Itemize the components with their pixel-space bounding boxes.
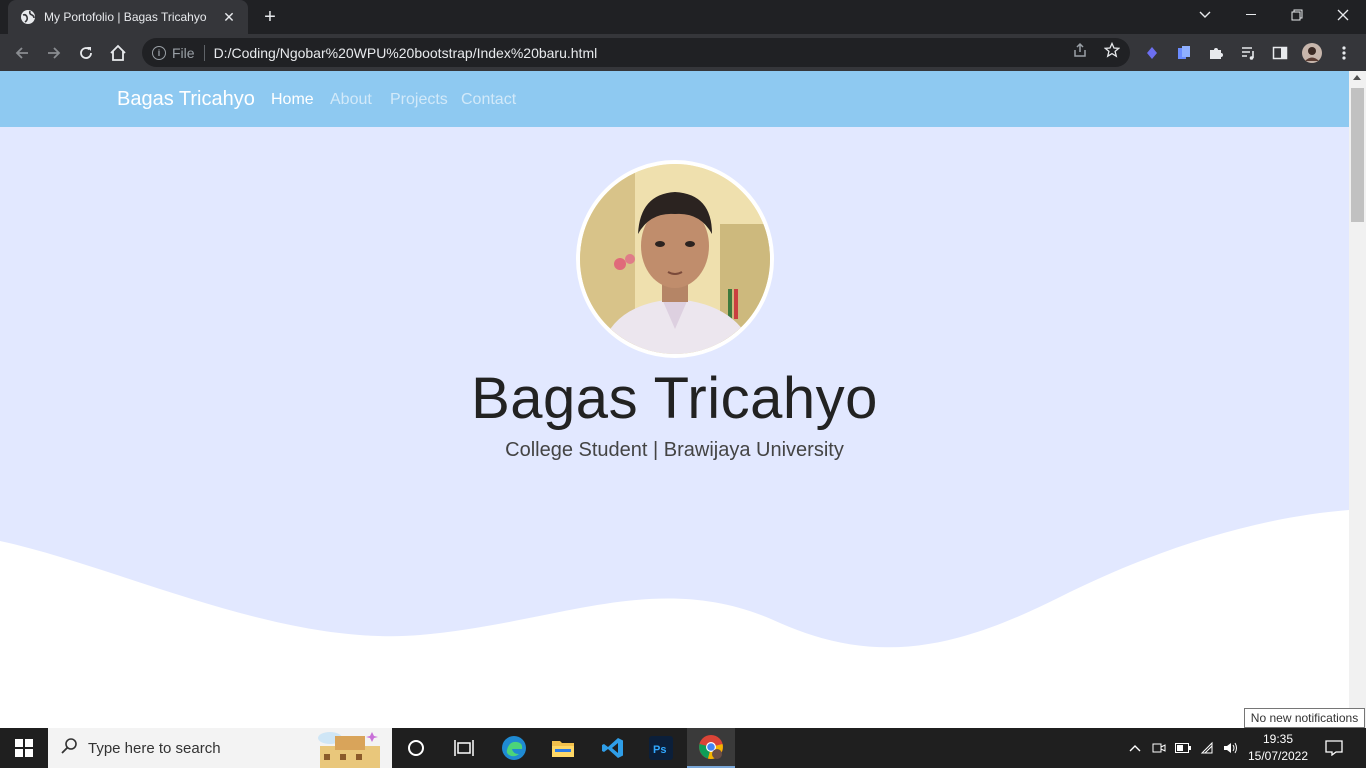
profile-photo	[576, 160, 774, 358]
show-hidden-icons-chevron-icon[interactable]	[1126, 728, 1144, 768]
navbar-brand[interactable]: Bagas Tricahyo	[117, 88, 255, 111]
windows-taskbar: Type here to search Ps 19:35 15/07/2022	[0, 728, 1366, 768]
taskbar-clock[interactable]: 19:35 15/07/2022	[1244, 731, 1312, 765]
clock-date: 15/07/2022	[1247, 749, 1309, 763]
task-view-icon[interactable]	[440, 728, 488, 768]
taskbar-search-placeholder: Type here to search	[88, 739, 221, 757]
new-tab-button[interactable]: +	[258, 6, 282, 28]
notification-tooltip: No new notifications	[1244, 708, 1365, 728]
url-text[interactable]: D:/Coding/Ngobar%20WPU%20bootstrap/Index…	[214, 45, 598, 61]
window-close-icon[interactable]	[1320, 0, 1366, 30]
chrome-menu-icon[interactable]	[1334, 43, 1354, 63]
edge-icon[interactable]	[490, 728, 538, 768]
back-icon[interactable]	[9, 40, 35, 66]
notification-center-icon[interactable]	[1318, 728, 1350, 768]
share-icon[interactable]	[1071, 41, 1089, 59]
chrome-icon[interactable]	[687, 728, 735, 768]
volume-icon[interactable]	[1221, 728, 1241, 768]
photoshop-icon[interactable]: Ps	[637, 728, 685, 768]
file-explorer-icon[interactable]	[539, 728, 587, 768]
taskbar-search-box[interactable]: Type here to search	[48, 728, 392, 768]
page-scrollbar[interactable]	[1349, 71, 1366, 728]
nav-link-about[interactable]: About	[330, 91, 372, 109]
search-icon	[60, 737, 78, 760]
profile-avatar[interactable]	[1302, 43, 1322, 63]
home-icon[interactable]	[105, 40, 131, 66]
hero-name: Bagas Tricahyo	[471, 366, 878, 431]
wifi-icon[interactable]	[1198, 728, 1218, 768]
side-panel-icon[interactable]	[1270, 43, 1290, 63]
tab-title: My Portofolio | Bagas Tricahyo	[44, 10, 207, 24]
site-navbar: Bagas Tricahyo Home About Projects Conta…	[0, 71, 1349, 127]
vscode-icon[interactable]	[589, 728, 637, 768]
search-highlight-illustration	[310, 728, 390, 768]
hero-section: Bagas Tricahyo College Student | Brawija…	[0, 127, 1349, 728]
nav-link-projects[interactable]: Projects	[390, 91, 448, 109]
media-queue-icon[interactable]	[1238, 43, 1258, 63]
svg-text:Ps: Ps	[653, 744, 666, 756]
scroll-up-arrow-icon[interactable]	[1353, 75, 1361, 80]
restore-icon[interactable]	[1274, 0, 1320, 30]
tab-search-icon[interactable]	[1182, 0, 1228, 30]
minimize-icon[interactable]	[1228, 0, 1274, 30]
nav-link-home[interactable]: Home	[271, 91, 314, 109]
site-info-icon[interactable]: i	[152, 45, 166, 60]
scrollbar-thumb[interactable]	[1351, 88, 1364, 222]
windows-start-icon[interactable]	[0, 728, 48, 768]
globe-icon	[20, 9, 36, 25]
extensions-puzzle-icon[interactable]	[1206, 43, 1226, 63]
reload-icon[interactable]	[73, 40, 99, 66]
browser-tab[interactable]: My Portofolio | Bagas Tricahyo ✕	[8, 0, 248, 34]
hero-subtitle: College Student | Brawijaya University	[505, 439, 844, 461]
clock-time: 19:35	[1262, 732, 1294, 746]
omnibox-separator	[203, 44, 205, 61]
cortana-icon[interactable]	[392, 728, 440, 768]
bookmark-star-icon[interactable]	[1103, 41, 1121, 59]
address-bar[interactable]: i File D:/Coding/Ngobar%20WPU%20bootstra…	[142, 38, 1130, 67]
extension-pages-icon[interactable]	[1174, 43, 1194, 63]
forward-icon[interactable]	[41, 40, 67, 66]
battery-icon[interactable]	[1173, 728, 1193, 768]
browser-toolbar: i File D:/Coding/Ngobar%20WPU%20bootstra…	[0, 34, 1366, 71]
meet-now-icon[interactable]	[1150, 728, 1168, 768]
nav-link-contact[interactable]: Contact	[461, 91, 516, 109]
browser-tab-strip: My Portofolio | Bagas Tricahyo ✕ +	[0, 0, 1366, 34]
tab-close-icon[interactable]: ✕	[220, 9, 238, 26]
file-scheme-label: File	[172, 44, 195, 61]
page-viewport: Bagas Tricahyo Home About Projects Conta…	[0, 71, 1349, 728]
extension-icon[interactable]	[1142, 43, 1162, 63]
